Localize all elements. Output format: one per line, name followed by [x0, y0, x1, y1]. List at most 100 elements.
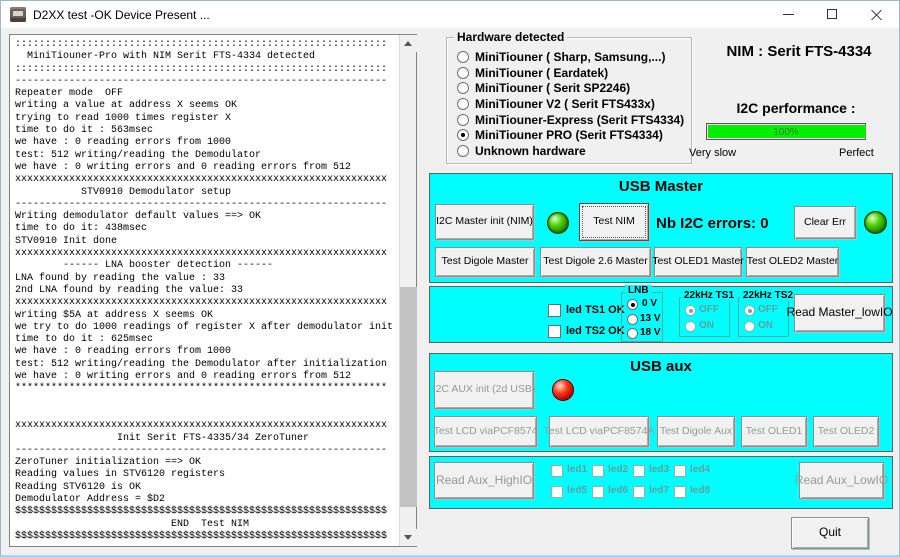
led7-label: led7 [649, 485, 669, 496]
test-oled2-button[interactable]: Test OLED2 [813, 416, 879, 447]
led4-checkbox[interactable] [674, 465, 686, 477]
scale-very-slow: Very slow [689, 147, 736, 159]
ts1-on-radio[interactable] [685, 321, 696, 332]
led6-checkbox[interactable] [592, 486, 604, 498]
clear-status-led [864, 211, 887, 234]
radio-selected-icon [457, 129, 469, 141]
led6-label: led6 [608, 485, 628, 496]
led5-checkbox[interactable] [551, 486, 563, 498]
led1-label: led1 [567, 464, 587, 475]
radio-minitiouner-express[interactable]: MiniTiouner-Express (Serit FTS4334) [457, 113, 684, 125]
lnb-18v-radio[interactable] [627, 328, 638, 339]
test-digole-master-button[interactable]: Test Digole Master [435, 247, 535, 277]
led-ts2-ok-label: led TS2 OK [566, 325, 625, 337]
ts1-off-radio[interactable] [685, 305, 696, 316]
tone-ts2-legend: 22kHz TS2 [740, 290, 796, 301]
scroll-up-icon [404, 41, 412, 46]
ts2-on-radio[interactable] [744, 321, 755, 332]
title-bar: D2XX test -OK Device Present ... [1, 1, 899, 28]
log-output[interactable]: ::::::::::::::::::::::::::::::::::::::::… [15, 39, 396, 544]
radio-minitiouner-v2[interactable]: MiniTiouner V2 ( Serit FTS433x) [457, 98, 684, 110]
nb-i2c-errors: Nb I2C errors: 0 [656, 215, 769, 232]
radio-icon [457, 67, 469, 79]
aux-status-led [552, 379, 574, 401]
scrollbar-thumb[interactable] [400, 287, 417, 507]
lnb-0v-label: 0 V [642, 298, 657, 309]
i2c-master-init-button[interactable]: I2C Master init (NIM) [435, 204, 534, 240]
read-aux-highio-button[interactable]: Read Aux_HighIO [434, 462, 534, 499]
test-nim-button[interactable]: Test NIM [579, 203, 649, 241]
test-oled2-master-button[interactable]: Test OLED2 Master [746, 247, 839, 277]
led4-label: led4 [690, 464, 710, 475]
radio-unknown-hardware[interactable]: Unknown hardware [457, 145, 684, 157]
test-lcd-pcf8574a-button[interactable]: Test LCD viaPCF8574A [549, 416, 649, 447]
close-icon [871, 9, 882, 20]
ts2-off-radio[interactable] [744, 305, 755, 316]
scroll-down-icon [404, 535, 412, 540]
maximize-icon [827, 9, 837, 19]
close-button[interactable] [855, 1, 899, 28]
lnb-13v-label: 13 V [640, 313, 661, 324]
led8-checkbox[interactable] [674, 486, 686, 498]
test-digole-26-master-button[interactable]: Test Digole 2.6 Master [540, 247, 651, 277]
maximize-button[interactable] [811, 1, 855, 28]
window-title: D2XX test -OK Device Present ... [33, 8, 210, 22]
led7-checkbox[interactable] [633, 486, 645, 498]
radio-icon [457, 114, 469, 126]
quit-button[interactable]: Quit [791, 517, 869, 549]
master-status-led [547, 212, 569, 234]
scroll-up-button[interactable] [400, 35, 417, 52]
read-master-lowio-button[interactable]: Read Master_lowIO [794, 294, 885, 332]
hardware-options: MiniTiouner ( Sharp, Samsung,...) MiniTi… [457, 51, 684, 157]
ts1-on-label: ON [699, 320, 714, 331]
lnb-0v-radio[interactable] [627, 299, 638, 310]
radio-minitiouner-serit-sp2246[interactable]: MiniTiouner ( Serit SP2246) [457, 82, 684, 94]
led2-label: led2 [608, 464, 628, 475]
log-panel: ::::::::::::::::::::::::::::::::::::::::… [9, 34, 417, 547]
test-lcd-pcf8574-button[interactable]: Test LCD viaPCF8574 [434, 416, 537, 447]
test-oled1-button[interactable]: Test OLED1 [741, 416, 807, 447]
radio-icon [457, 98, 469, 110]
led-ts1-ok-label: led TS1 OK [566, 304, 625, 316]
app-icon [10, 7, 26, 22]
hardware-detected-legend: Hardware detected [454, 30, 567, 44]
ts1-off-label: OFF [699, 304, 719, 315]
ts2-off-label: OFF [758, 304, 778, 315]
app-window: D2XX test -OK Device Present ... :::::::… [0, 0, 900, 557]
usb-master-title: USB Master [430, 178, 892, 195]
radio-icon [457, 82, 469, 94]
led1-checkbox[interactable] [551, 465, 563, 477]
test-oled1-master-button[interactable]: Test OLED1 Master [654, 247, 742, 277]
radio-minitiouner-pro[interactable]: MiniTiouner PRO (Serit FTS4334) [457, 129, 684, 141]
lnb-legend: LNB [625, 285, 652, 296]
scale-perfect: Perfect [839, 147, 874, 159]
lnb-13v-radio[interactable] [627, 314, 638, 325]
hardware-detected-group: Hardware detected MiniTiouner ( Sharp, S… [446, 37, 692, 164]
i2c-performance-bar: 100% [706, 123, 866, 140]
led5-label: led5 [567, 485, 587, 496]
test-digole-aux-button[interactable]: Test Digole Aux [657, 416, 735, 447]
led-ts2-ok-checkbox[interactable] [548, 325, 561, 338]
led8-label: led8 [690, 485, 710, 496]
minimize-icon [783, 14, 794, 15]
led3-checkbox[interactable] [633, 465, 645, 477]
i2c-performance-title: I2C performance : [701, 100, 891, 116]
minimize-button[interactable] [767, 1, 811, 28]
i2c-aux-init-button[interactable]: I2C AUX init (2d USB) [434, 371, 534, 409]
radio-minitiouner-eardatek[interactable]: MiniTiouner ( Eardatek) [457, 67, 684, 79]
read-aux-lowio-button[interactable]: Read Aux_LowIO [799, 462, 884, 499]
scroll-down-button[interactable] [400, 529, 417, 546]
radio-icon [457, 51, 469, 63]
tone-ts1-legend: 22kHz TS1 [681, 290, 737, 301]
led3-label: led3 [649, 464, 669, 475]
led2-checkbox[interactable] [592, 465, 604, 477]
log-scrollbar[interactable] [399, 35, 416, 546]
clear-err-button[interactable]: Clear Err [794, 206, 856, 239]
i2c-performance-value: 100% [707, 127, 865, 138]
ts2-on-label: ON [758, 320, 773, 331]
led-ts1-ok-checkbox[interactable] [548, 304, 561, 317]
lnb-18v-label: 18 V [640, 327, 661, 338]
radio-icon [457, 145, 469, 157]
nim-label: NIM : Serit FTS-4334 [701, 43, 897, 60]
radio-minitiouner-sharp[interactable]: MiniTiouner ( Sharp, Samsung,...) [457, 51, 684, 63]
